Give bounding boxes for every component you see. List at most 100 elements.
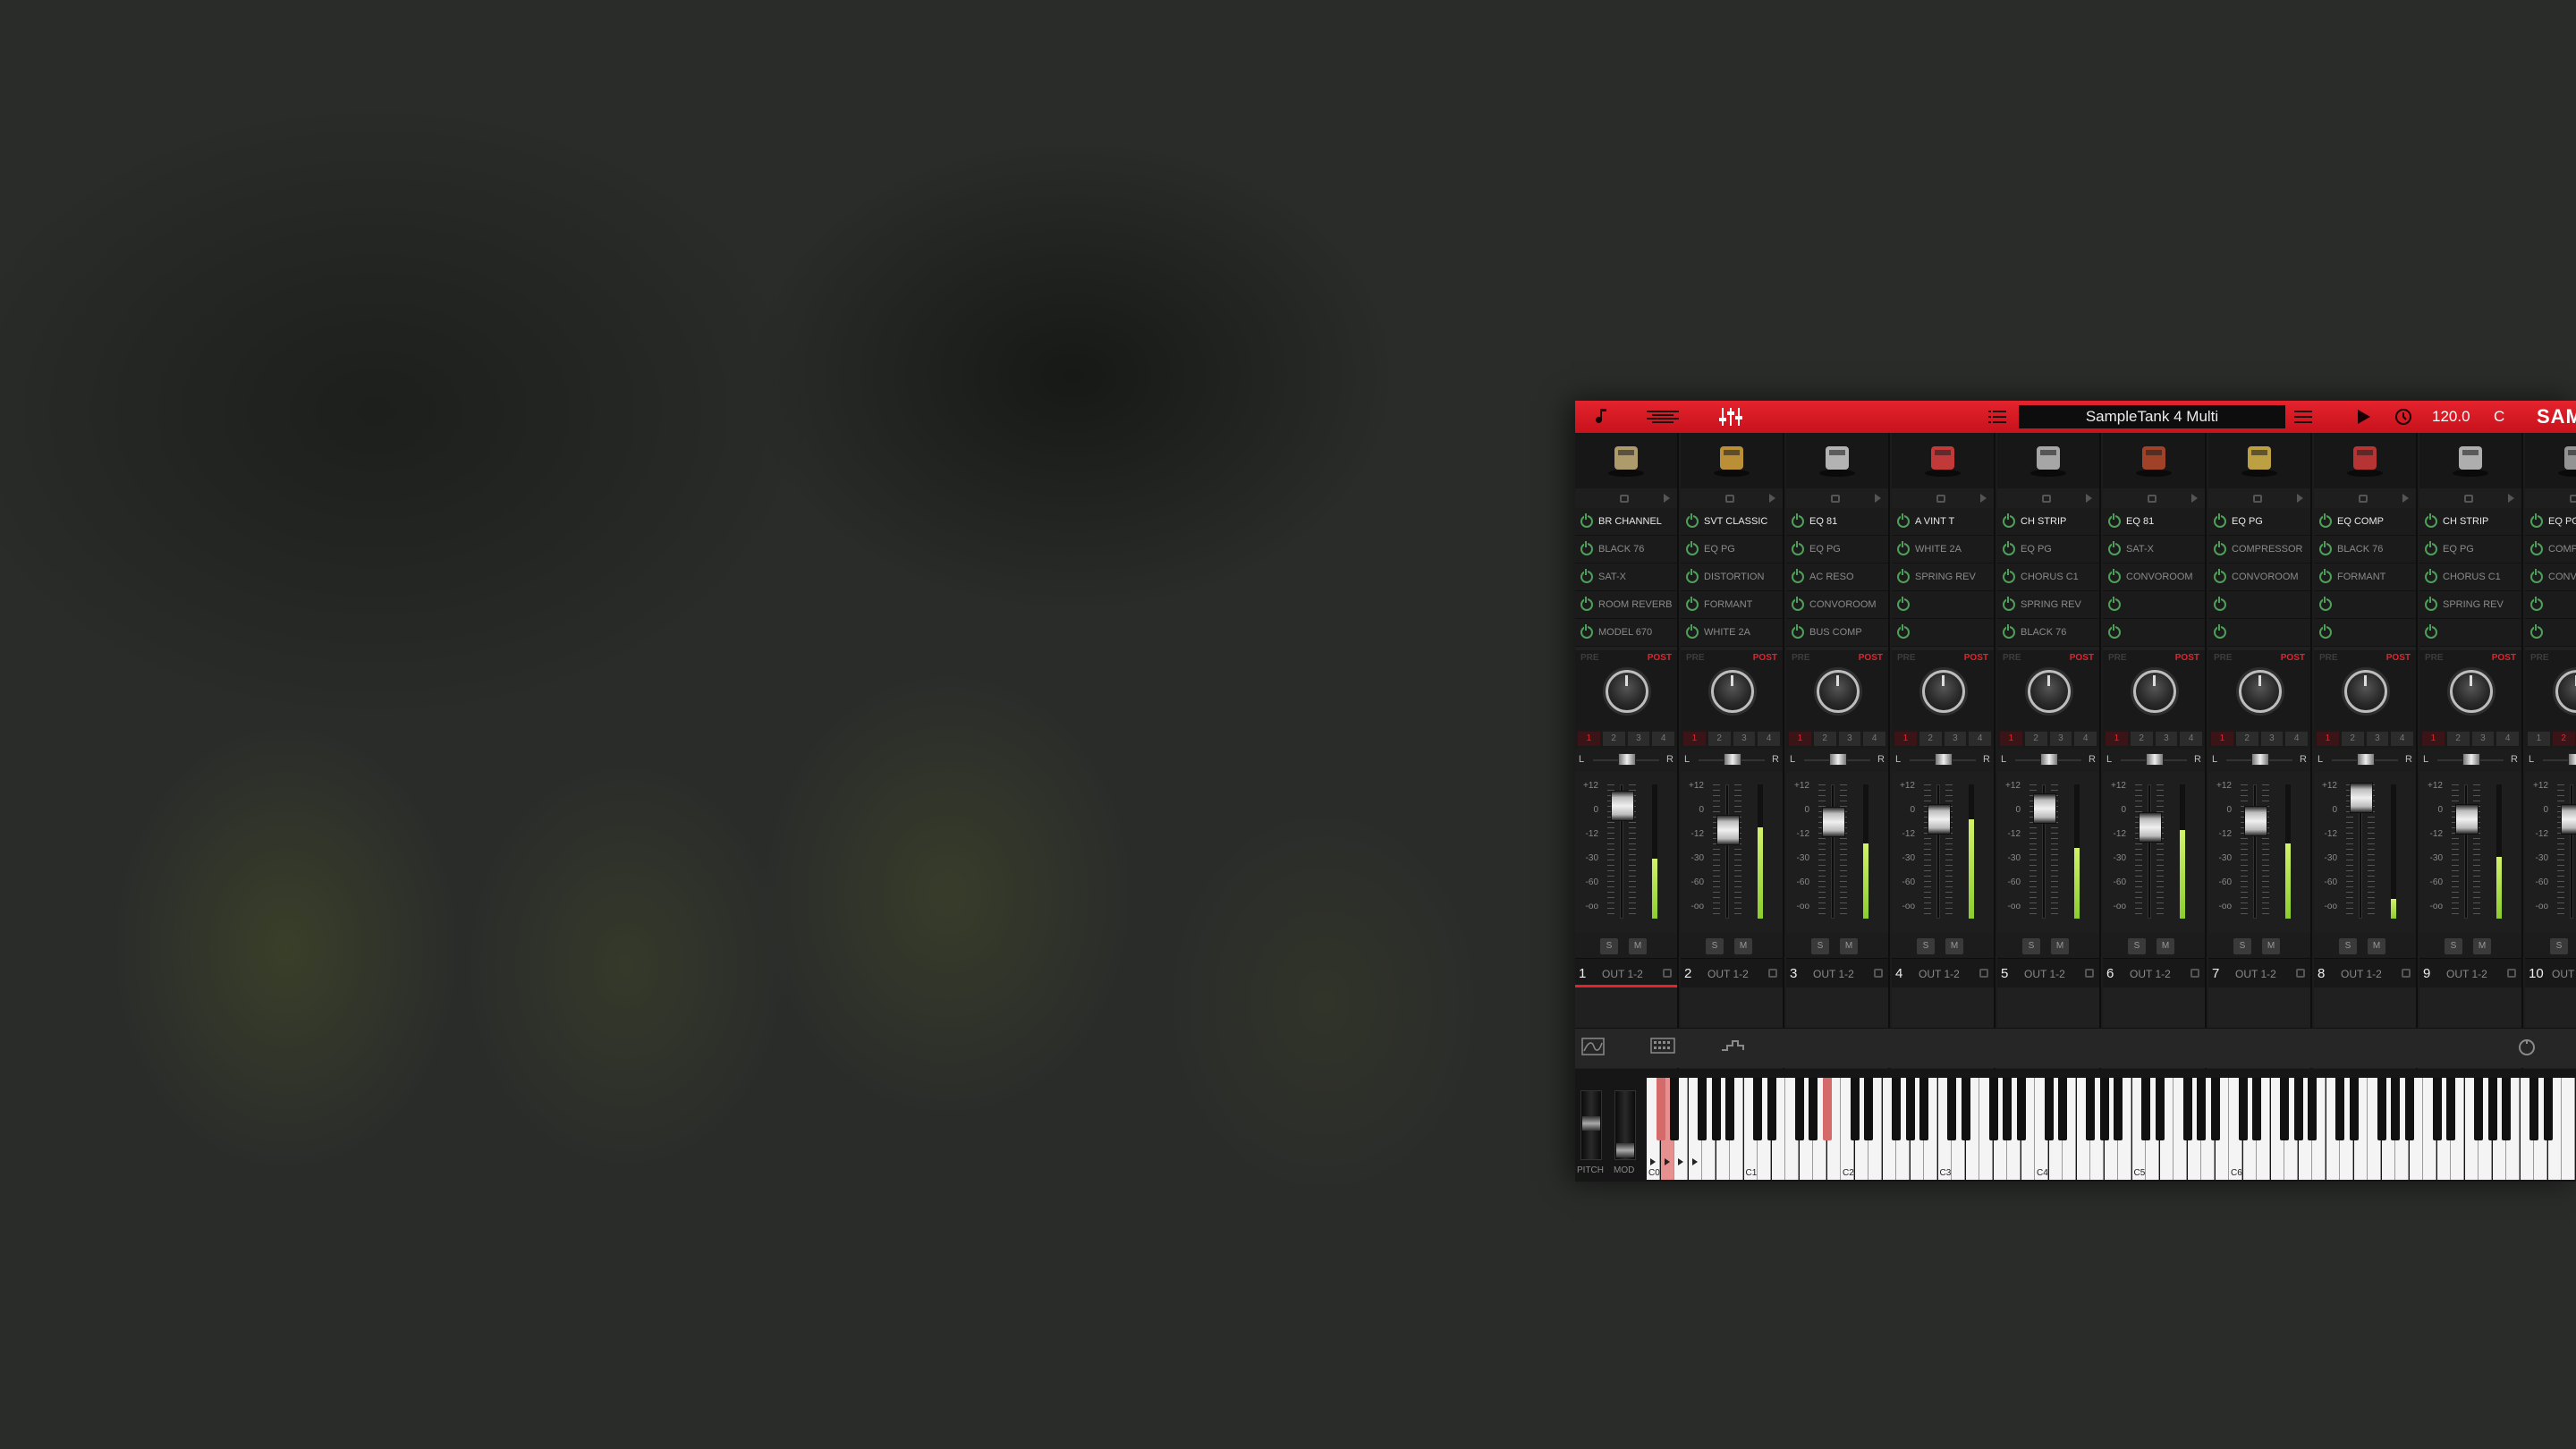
pan-control[interactable]: L R	[2525, 749, 2576, 772]
fx-slot[interactable]: CH STRIP	[2419, 508, 2521, 536]
black-key[interactable]	[2308, 1078, 2317, 1140]
aux-send-button[interactable]: 1	[2106, 732, 2128, 746]
black-key[interactable]	[1850, 1078, 1860, 1140]
black-key[interactable]	[2280, 1078, 2289, 1140]
pan-control[interactable]: L R	[2419, 749, 2521, 772]
clock-icon[interactable]	[2393, 401, 2414, 433]
power-icon[interactable]	[2108, 624, 2121, 639]
black-key[interactable]	[1822, 1078, 1832, 1140]
mod-wheel-knob[interactable]	[1616, 1143, 1634, 1157]
aux-send-button[interactable]: 4	[2285, 732, 2308, 746]
black-key[interactable]	[2377, 1078, 2386, 1140]
fx-slot[interactable]: FORMANT	[1681, 591, 1783, 619]
channel-number[interactable]: 6	[2106, 966, 2114, 981]
black-key[interactable]	[1809, 1078, 1818, 1140]
fx-slot[interactable]: EQ 81	[1786, 508, 1888, 536]
pan-handle[interactable]	[2357, 753, 2375, 766]
power-icon[interactable]	[1792, 597, 1804, 611]
mod-wheel[interactable]	[1614, 1090, 1636, 1160]
fx-slot[interactable]: EQ PG	[2419, 536, 2521, 564]
play-icon[interactable]	[2297, 494, 2303, 503]
play-icon[interactable]	[1664, 494, 1670, 503]
output-select[interactable]: OUT 1-2	[1919, 968, 1960, 980]
channel-number[interactable]: 9	[2423, 966, 2430, 981]
black-key[interactable]	[1698, 1078, 1707, 1140]
fx-slot[interactable]: CONVO	[2525, 564, 2576, 591]
pan-control[interactable]: L R	[1575, 749, 1677, 772]
fx-slot[interactable]: EQ PG	[1997, 536, 2099, 564]
pan-control[interactable]: L R	[1786, 749, 1888, 772]
power-icon[interactable]	[2214, 513, 2226, 528]
mute-button[interactable]: M	[1945, 938, 1963, 954]
channel-number[interactable]: 4	[1895, 966, 1902, 981]
lock-icon[interactable]	[1620, 495, 1629, 503]
fx-slot[interactable]: BLACK 76	[1997, 619, 2099, 647]
aux-send-button[interactable]: 2	[1919, 732, 1942, 746]
fx-slot[interactable]: CONVOROOM	[2103, 564, 2205, 591]
fx-slot[interactable]: SAT-X	[2103, 536, 2205, 564]
black-key[interactable]	[1864, 1078, 1873, 1140]
fx-slot[interactable]: WHITE 2A	[1892, 536, 1994, 564]
aux-send-button[interactable]: 2	[1813, 732, 1836, 746]
play-icon[interactable]	[2353, 401, 2375, 433]
power-icon[interactable]	[2003, 624, 2015, 639]
pre-label[interactable]: PRE	[1792, 653, 1810, 663]
lock-icon[interactable]	[1768, 969, 1777, 978]
lock-icon[interactable]	[2570, 495, 2576, 503]
lock-icon[interactable]	[2359, 495, 2368, 503]
black-key[interactable]	[2252, 1078, 2261, 1140]
post-label[interactable]: POST	[2386, 653, 2411, 663]
fx-slot[interactable]	[2103, 591, 2205, 619]
aux-send-button[interactable]: 2	[2130, 732, 2153, 746]
mute-button[interactable]: M	[2473, 938, 2491, 954]
instrument-slot[interactable]	[2314, 433, 2416, 488]
output-select[interactable]: OUT 1-2	[2024, 968, 2065, 980]
play-icon[interactable]	[2086, 494, 2092, 503]
volume-fader[interactable]	[1611, 791, 1634, 821]
black-key[interactable]	[1892, 1078, 1901, 1140]
fx-slot[interactable]: A VINT T	[1892, 508, 1994, 536]
volume-fader[interactable]	[2244, 805, 2267, 836]
fx-slot[interactable]: SAT-X	[1575, 564, 1677, 591]
white-key[interactable]	[2562, 1078, 2575, 1180]
music-note-icon[interactable]	[1588, 401, 1611, 433]
black-key[interactable]	[2391, 1078, 2400, 1140]
post-label[interactable]: POST	[2281, 653, 2305, 663]
instrument-slot[interactable]	[2103, 433, 2205, 488]
pan-control[interactable]: L R	[2314, 749, 2416, 772]
fx-slot[interactable]: BR CHANNEL	[1575, 508, 1677, 536]
pan-handle[interactable]	[1935, 753, 1953, 766]
power-icon[interactable]	[1897, 597, 1910, 611]
send-knob[interactable]	[1711, 670, 1754, 713]
preset-name-display[interactable]: SampleTank 4 Multi	[2019, 405, 2285, 428]
output-select[interactable]: OUT 1-2	[2235, 968, 2276, 980]
aux-send-button[interactable]: 4	[1758, 732, 1780, 746]
power-icon[interactable]	[1897, 541, 1910, 555]
fx-slot[interactable]: EQ PG	[1786, 536, 1888, 564]
fader-track[interactable]	[2253, 784, 2257, 919]
fx-slot[interactable]: AC RESO	[1786, 564, 1888, 591]
black-key[interactable]	[1919, 1078, 1928, 1140]
black-key[interactable]	[1947, 1078, 1956, 1140]
play-icon[interactable]	[1875, 494, 1881, 503]
power-icon[interactable]	[1897, 624, 1910, 639]
aux-send-button[interactable]: 1	[1683, 732, 1706, 746]
black-key[interactable]	[2114, 1078, 2123, 1140]
volume-fader[interactable]	[1928, 804, 1951, 835]
black-key[interactable]	[1670, 1078, 1679, 1140]
pan-handle[interactable]	[2568, 753, 2576, 766]
post-label[interactable]: POST	[1964, 653, 1988, 663]
power-icon[interactable]	[2214, 597, 2226, 611]
instrument-slot[interactable]	[2525, 433, 2576, 488]
fader-track[interactable]	[2148, 784, 2151, 919]
post-label[interactable]: POST	[2070, 653, 2094, 663]
black-key[interactable]	[2016, 1078, 2026, 1140]
aux-send-button[interactable]: 3	[2366, 732, 2389, 746]
fx-slot[interactable]: DISTORTION	[1681, 564, 1783, 591]
send-knob[interactable]	[1606, 670, 1648, 713]
aux-send-button[interactable]: 2	[2024, 732, 2047, 746]
power-icon[interactable]	[1897, 569, 1910, 583]
pan-control[interactable]: L R	[2103, 749, 2205, 772]
fx-slot[interactable]: COMPR	[2525, 536, 2576, 564]
black-key[interactable]	[2474, 1078, 2483, 1140]
